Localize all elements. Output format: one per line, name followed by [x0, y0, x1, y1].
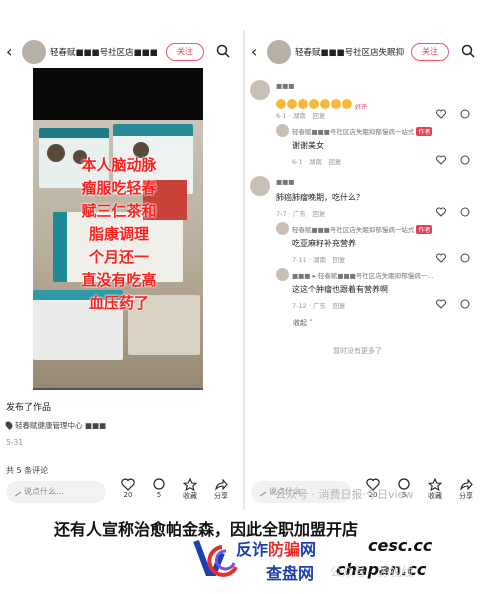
follow-button[interactable]: 关注: [166, 43, 204, 61]
comment-button[interactable]: 5: [147, 478, 171, 499]
dislike-heart-icon[interactable]: [460, 207, 470, 217]
dislike-heart-icon[interactable]: [460, 299, 470, 309]
brand-name-2: 查盘网: [266, 564, 315, 583]
shop-name[interactable]: 轻春赋■■■号社区店■■■: [50, 46, 160, 58]
like-heart-icon[interactable]: [436, 109, 446, 119]
video-progress[interactable]: [33, 388, 203, 390]
favorite-button[interactable]: 收藏: [423, 478, 447, 501]
avatar[interactable]: [267, 40, 291, 64]
comment-icon: [153, 478, 165, 490]
comment-meta: 7-11 · 湖南 回复: [292, 256, 346, 264]
dislike-heart-icon[interactable]: [460, 253, 470, 263]
no-more-text: 暂时没有更多了: [333, 347, 382, 355]
reply-text: 吃亚麻籽补充营养: [292, 239, 356, 248]
pen-icon: [256, 486, 267, 497]
left-top-bar: ‹ 轻春赋■■■号社区店■■■ 关注: [0, 38, 244, 68]
share-button[interactable]: 分享: [454, 478, 478, 501]
brand-logo-icon: [193, 539, 238, 577]
brand-site[interactable]: cesc.cc: [368, 536, 432, 555]
back-arrow-icon[interactable]: ‹: [6, 42, 12, 61]
comment-meta: 6-1 · 湖南 回复: [276, 112, 326, 120]
back-arrow-icon[interactable]: ‹: [251, 42, 257, 61]
star-icon: [428, 478, 442, 491]
favorite-button[interactable]: 收藏: [178, 478, 202, 501]
video-player[interactable]: 本人脑动脉 瘤服吃轻春 赋三仁茶和 脂康调理 个月还一 直没有吃高 血压药了: [33, 68, 203, 388]
like-heart-icon[interactable]: [436, 207, 446, 217]
comment-meta: 7-12 · 广东 回复: [292, 302, 346, 310]
right-comments-panel: ‹ 轻春赋■■■号社区店失眠抑… 关注 说点什么... 20 5 收藏 分享: [245, 0, 489, 510]
comment-meta: 6-1 · 湖南 回复: [292, 158, 342, 166]
avatar[interactable]: [276, 268, 289, 281]
reply-author[interactable]: 轻春赋■■■号社区店失眠抑郁慢病一站式 作者: [292, 224, 432, 234]
avatar[interactable]: [250, 80, 270, 100]
reply-text: 这这个肿瘤也跟着有营养啊: [292, 285, 388, 294]
comment-input[interactable]: 说点什么...: [6, 481, 106, 503]
share-button[interactable]: 分享: [209, 478, 233, 501]
collapse-replies-button[interactable]: 收起 ˄: [293, 318, 313, 328]
avatar[interactable]: [276, 124, 289, 137]
brand-name: 反诈防骗网: [236, 540, 317, 559]
dislike-heart-icon[interactable]: [460, 155, 470, 165]
bottom-watermark: 公众号 · 源视线: [330, 565, 414, 579]
left-post-panel: ‹ 轻春赋■■■号社区店■■■ 关注 本人脑动脉 瘤服吃轻春 赋三仁茶和 脂康调…: [0, 0, 244, 510]
wechat-watermark: 公众号 · 消费日报·今日view: [275, 488, 414, 501]
like-button[interactable]: 20: [116, 478, 140, 499]
post-date: 5-31: [6, 438, 24, 447]
search-icon[interactable]: [216, 44, 230, 58]
comment-text: 肺癌肺瘤晚期，吃什么？: [276, 193, 364, 202]
commenter-name[interactable]: ■■■: [276, 82, 336, 90]
pen-icon: [11, 486, 22, 497]
avatar[interactable]: [22, 40, 46, 64]
left-bottom-bar: 说点什么... 20 5 收藏 分享: [0, 476, 244, 508]
video-text-overlay: 本人脑动脉 瘤服吃轻春 赋三仁茶和 脂康调理 个月还一 直没有吃高 血压药了: [81, 156, 157, 312]
location-pin-icon: [4, 420, 14, 430]
search-icon[interactable]: [461, 44, 475, 58]
share-icon: [215, 478, 228, 491]
commenter-name[interactable]: ■■■: [276, 178, 336, 186]
right-top-bar: ‹ 轻春赋■■■号社区店失眠抑… 关注: [245, 38, 489, 68]
location-tag[interactable]: 轻春赋健康管理中心 ■■■: [4, 420, 106, 431]
posted-label: 发布了作品: [6, 403, 52, 413]
shop-name[interactable]: 轻春赋■■■号社区店失眠抑…: [295, 46, 405, 58]
like-heart-icon[interactable]: [436, 253, 446, 263]
heart-icon: [121, 478, 135, 491]
reply-text: 谢谢美女: [292, 141, 324, 150]
follow-button[interactable]: 关注: [411, 43, 449, 61]
dislike-heart-icon[interactable]: [460, 109, 470, 119]
share-icon: [460, 478, 473, 491]
like-heart-icon[interactable]: [436, 155, 446, 165]
reply-author[interactable]: ■■■ ▸ 轻春赋■■■号社区店失眠抑郁慢病一…: [292, 270, 468, 280]
avatar[interactable]: [250, 176, 270, 196]
comment-meta: 7-7 · 广东 回复: [276, 210, 326, 218]
reply-author[interactable]: 轻春赋■■■号社区店失眠抑郁慢病一站式 作者: [292, 126, 432, 136]
star-icon: [183, 478, 197, 491]
like-heart-icon[interactable]: [436, 299, 446, 309]
avatar[interactable]: [276, 222, 289, 235]
comments-count: 共 5 条评论: [6, 466, 49, 475]
